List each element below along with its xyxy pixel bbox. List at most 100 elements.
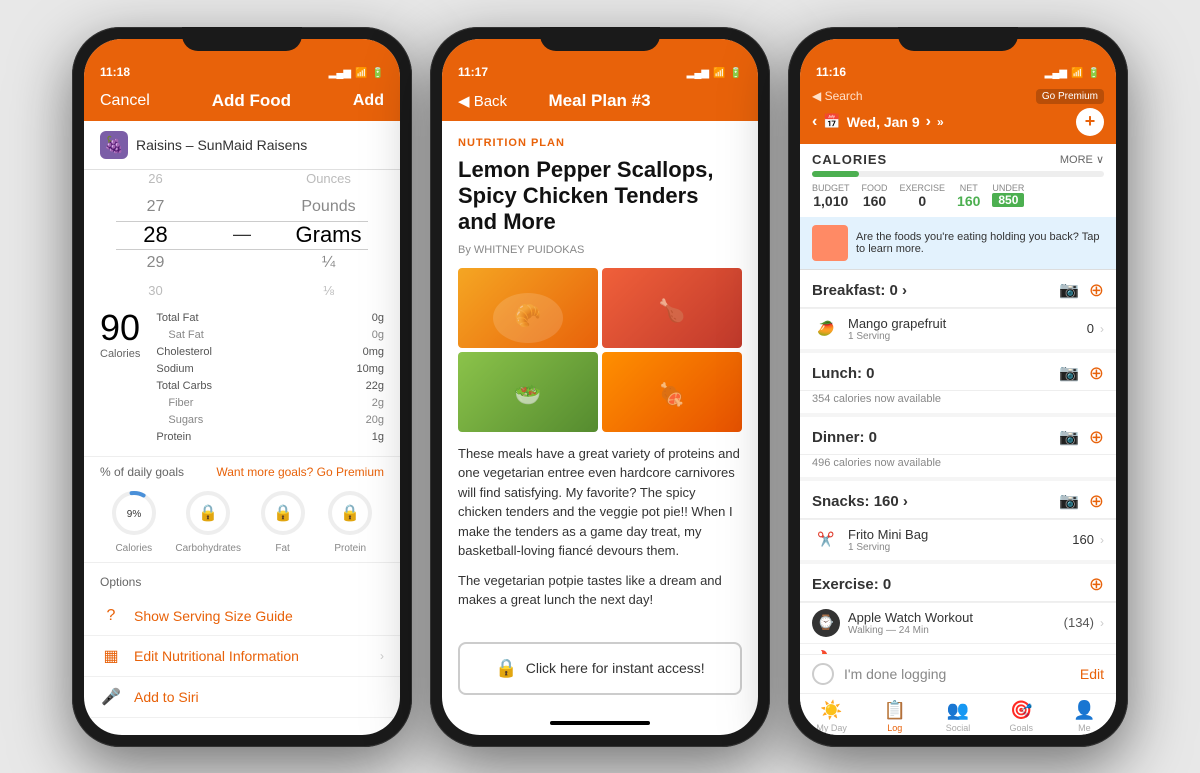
- go-premium-button[interactable]: Go Premium: [1036, 89, 1104, 104]
- add-food-plus-button[interactable]: +: [1076, 108, 1104, 136]
- done-logging-row: I'm done logging Edit: [800, 654, 1116, 693]
- nutr-cholesterol: Cholesterol 0mg: [156, 344, 384, 361]
- calendar-icon: 📅: [823, 113, 840, 130]
- promo-banner[interactable]: Are the foods you're eating holding you …: [800, 217, 1116, 270]
- article-content[interactable]: NUTRITION PLAN Lemon Pepper Scallops, Sp…: [442, 121, 758, 634]
- circle-fat: 🔒 Fat: [257, 487, 309, 554]
- svg-text:🔒: 🔒: [340, 504, 360, 522]
- nutr-sat-fat: Sat Fat 0g: [156, 327, 384, 344]
- done-checkbox[interactable]: [812, 663, 834, 685]
- svg-text:9%: 9%: [127, 509, 142, 520]
- frito-info: Frito Mini Bag 1 Serving: [848, 527, 1072, 553]
- option-edit-nutrition[interactable]: ▦ Edit Nutritional Information ›: [84, 636, 400, 677]
- picker-28-selected: 28: [143, 221, 167, 249]
- picker-26: 26: [148, 170, 162, 193]
- fat-ring-svg: 🔒: [257, 487, 309, 539]
- tab-me-label: Me: [1078, 723, 1091, 733]
- food-image-3: 🥗: [458, 352, 598, 432]
- cancel-button[interactable]: Cancel: [100, 92, 150, 110]
- tab-my-day-label: My Day: [816, 723, 847, 733]
- exercise-section: Exercise: 0 ⊕ ⌚ Apple Watch Workout Walk…: [800, 564, 1116, 654]
- wifi-icon-3: 📶: [1071, 68, 1083, 79]
- article-body-2: The vegetarian potpie tastes like a drea…: [458, 571, 742, 610]
- access-button[interactable]: 🔒 Click here for instant access!: [458, 642, 742, 695]
- battery-icon: 🔋: [372, 68, 384, 79]
- status-icons-3: ▂▄▆ 📶 🔋: [1045, 68, 1100, 79]
- goals-premium-link[interactable]: Want more goals? Go Premium: [216, 465, 384, 479]
- picker-ounces: Ounces: [306, 170, 351, 193]
- signal-icon-3: ▂▄▆: [1045, 68, 1067, 79]
- lunch-add-button[interactable]: ⊕: [1089, 363, 1104, 384]
- snacks-actions: 📷 ⊕: [1059, 491, 1104, 512]
- calories-display: 90 Calories: [100, 310, 140, 446]
- apple-watch-item[interactable]: ⌚ Apple Watch Workout Walking — 24 Min (…: [800, 602, 1116, 643]
- add-button[interactable]: Add: [353, 92, 384, 110]
- tab-social[interactable]: 👥 Social: [926, 700, 989, 733]
- chevron-left-icon[interactable]: ‹: [812, 113, 817, 131]
- frito-item[interactable]: ✂️ Frito Mini Bag 1 Serving 160 ›: [800, 519, 1116, 560]
- calorie-bonus-item: 🔥 Calorie Bonus: [800, 643, 1116, 654]
- circle-carbs: 🔒 Carbohydrates: [175, 487, 241, 554]
- calorie-stats: BUDGET 1,010 FOOD 160 EXERCISE 0 NET 160: [812, 183, 1104, 209]
- done-text: I'm done logging: [844, 666, 1070, 682]
- mango-grapefruit-item[interactable]: 🥭 Mango grapefruit 1 Serving 0 ›: [800, 308, 1116, 349]
- search-back-button[interactable]: ◀ Search: [812, 89, 863, 103]
- food-icon: 🍇: [100, 131, 128, 159]
- picker-number-col[interactable]: 26 27 28 29 30: [84, 170, 227, 300]
- tab-me[interactable]: 👤 Me: [1053, 700, 1116, 733]
- status-time-1: 11:18: [100, 65, 130, 79]
- clipboard-icon: 📋: [884, 700, 906, 721]
- people-icon: 👥: [947, 700, 969, 721]
- exercise-add-button[interactable]: ⊕: [1089, 574, 1104, 595]
- options-section: Options ? Show Serving Size Guide ▦ Edit…: [84, 562, 400, 726]
- circle-protein: 🔒 Protein: [324, 487, 376, 554]
- under-stat: UNDER 850: [992, 183, 1024, 209]
- breakfast-camera-icon[interactable]: 📷: [1059, 280, 1079, 300]
- nutrition-table: Total Fat 0g Sat Fat 0g Cholesterol 0mg …: [156, 310, 384, 446]
- wifi-icon-2: 📶: [713, 68, 725, 79]
- back-button[interactable]: ◀ Back: [458, 92, 507, 110]
- chevron-right-icon: ›: [380, 649, 384, 663]
- dinner-add-button[interactable]: ⊕: [1089, 427, 1104, 448]
- notch-2: [540, 27, 660, 51]
- nutr-carbs: Total Carbs 22g: [156, 378, 384, 395]
- more-nav-icon: »: [937, 115, 944, 129]
- calories-card: CALORIES MORE ∨ BUDGET 1,010 FOOD 160: [800, 144, 1116, 217]
- more-button[interactable]: MORE ∨: [1060, 153, 1104, 166]
- circle-calories-label: Calories: [115, 543, 152, 554]
- microphone-icon: 🎤: [100, 687, 122, 707]
- picker-unit-col[interactable]: Ounces Pounds Grams ¼ ⅛: [257, 170, 400, 300]
- apple-watch-icon: ⌚: [812, 609, 840, 637]
- tab-log[interactable]: 📋 Log: [863, 700, 926, 733]
- status-icons-2: ▂▄▆ 📶 🔋: [687, 68, 742, 79]
- lunch-title: Lunch: 0: [812, 365, 875, 382]
- lunch-camera-icon[interactable]: 📷: [1059, 363, 1079, 383]
- mango-icon: 🥭: [812, 315, 840, 343]
- log-nav: ◀ Search Go Premium ‹ 📅 Wed, Jan 9 › » +: [800, 83, 1116, 144]
- net-stat: NET 160: [957, 183, 980, 209]
- picker-line-bottom: [116, 249, 369, 250]
- circle-calories: 9% Calories: [108, 487, 160, 554]
- battery-icon-3: 🔋: [1088, 68, 1100, 79]
- log-scroll[interactable]: Breakfast: 0 › 📷 ⊕ 🥭 Mango grapefruit 1 …: [800, 270, 1116, 654]
- edit-button[interactable]: Edit: [1080, 666, 1104, 682]
- exercise-value: 0: [900, 193, 946, 209]
- option-siri[interactable]: 🎤 Add to Siri: [84, 677, 400, 718]
- tab-goals-label: Goals: [1009, 723, 1033, 733]
- svg-text:🍗: 🍗: [658, 298, 685, 323]
- article-author: By WHITNEY PUIDOKAS: [458, 244, 742, 256]
- option-serving-size[interactable]: ? Show Serving Size Guide: [84, 597, 400, 636]
- food-header: 🍇 Raisins – SunMaid Raisens: [84, 121, 400, 170]
- dinner-camera-icon[interactable]: 📷: [1059, 427, 1079, 447]
- snacks-add-button[interactable]: ⊕: [1089, 491, 1104, 512]
- breakfast-add-button[interactable]: ⊕: [1089, 280, 1104, 301]
- snacks-section: Snacks: 160 › 📷 ⊕ ✂️ Frito Mini Bag 1 Se…: [800, 481, 1116, 560]
- tab-goals[interactable]: 🎯 Goals: [990, 700, 1053, 733]
- chevron-right-icon[interactable]: ›: [926, 113, 931, 131]
- mango-info: Mango grapefruit 1 Serving: [848, 316, 1087, 342]
- snacks-camera-icon[interactable]: 📷: [1059, 491, 1079, 511]
- phone-3: 11:16 ▂▄▆ 📶 🔋 ◀ Search Go Premium ‹ 📅: [788, 27, 1128, 747]
- tab-my-day[interactable]: ☀️ My Day: [800, 700, 863, 733]
- quantity-picker[interactable]: 26 27 28 29 30 — Ounces Pounds Grams ¼ ⅛: [84, 170, 400, 300]
- nutr-protein: Protein 1g: [156, 429, 384, 446]
